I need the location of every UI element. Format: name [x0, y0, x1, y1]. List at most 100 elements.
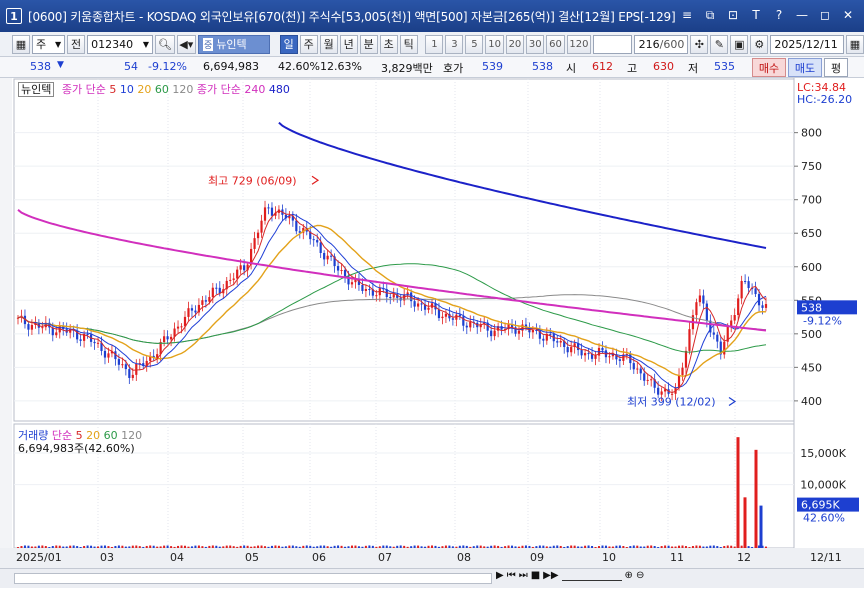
chart-scrollbar[interactable]: ▶ ⏮ ⏭ ■ ▶▶ ⊕ ⊖	[0, 568, 864, 588]
scroll-last-icon[interactable]: ⏭	[519, 570, 528, 581]
volume-bar	[281, 546, 284, 548]
interval-60[interactable]: 60	[546, 34, 565, 54]
period-year[interactable]: 년	[339, 34, 358, 54]
volume-bar	[653, 546, 656, 548]
candle-body	[340, 270, 343, 272]
legend-ma120: 120	[172, 83, 194, 96]
maximize-icon[interactable]: ◻	[817, 7, 833, 23]
price-volume-chart[interactable]: 2025/01 03 04 05 06 07 08 09 10 11 12 12/11 800 750 70…	[0, 78, 864, 568]
volume-bar	[538, 545, 541, 548]
x-tick-label: 10	[602, 551, 616, 564]
window-badge: 1	[6, 8, 22, 24]
close-icon[interactable]: ✕	[840, 7, 856, 23]
minimize-icon[interactable]: —	[794, 7, 810, 23]
settings-icon[interactable]: ⚙	[750, 34, 769, 54]
play-icon[interactable]: ▶▶	[543, 570, 558, 581]
volume-bar	[48, 547, 51, 548]
grid-icon[interactable]: ▦	[12, 34, 30, 54]
help-icon[interactable]: ?	[771, 7, 787, 23]
sell-button[interactable]: 매도	[788, 58, 822, 77]
period-tick[interactable]: 틱	[399, 34, 418, 54]
text-icon[interactable]: T	[748, 7, 764, 23]
code-input[interactable]: 012340 ▼	[87, 34, 154, 54]
scroll-track[interactable]	[14, 573, 492, 584]
volume-bar	[58, 545, 61, 548]
period-day[interactable]: 일	[279, 34, 298, 54]
candle-body	[392, 294, 395, 298]
interval-30[interactable]: 30	[526, 34, 545, 54]
buy-button[interactable]: 매수	[752, 58, 786, 77]
zoom-slider-icon[interactable]	[561, 567, 622, 581]
volume-bar	[580, 546, 583, 548]
period-week[interactable]: 주	[299, 34, 318, 54]
interval-1[interactable]: 1	[425, 34, 444, 54]
volume-bar	[389, 546, 392, 548]
zoom-in-icon[interactable]: ⊕	[625, 570, 633, 581]
low-price: 535	[714, 60, 735, 73]
stock-name[interactable]: 중 뉴인텍	[198, 34, 270, 54]
volume-bar	[709, 545, 712, 548]
volume-bar	[72, 545, 75, 548]
stock-tag-icon: 중	[203, 37, 214, 51]
candle-body	[764, 304, 768, 308]
volume-bar	[524, 545, 527, 548]
volume-bar	[246, 545, 249, 548]
market-select[interactable]: 주 ▼	[32, 34, 66, 54]
volume-bar	[17, 547, 19, 548]
candle-body	[462, 316, 465, 326]
restore-icon[interactable]: ⧉	[702, 7, 718, 23]
period-second[interactable]: 초	[379, 34, 398, 54]
chart-area[interactable]: 2025/01 03 04 05 06 07 08 09 10 11 12 12/11 800 750 70…	[0, 78, 864, 590]
scroll-right-icon[interactable]: ▶	[496, 570, 504, 581]
volume-bar	[27, 545, 30, 548]
candle-body	[239, 265, 242, 270]
interval-5[interactable]: 5	[465, 34, 484, 54]
volume-bar	[124, 546, 127, 548]
calendar-icon[interactable]: ▦	[846, 34, 864, 54]
interval-20[interactable]: 20	[505, 34, 525, 54]
scroll-first-icon[interactable]: ⏮	[507, 570, 516, 581]
interval-10[interactable]: 10	[485, 34, 504, 54]
volume-bar	[497, 545, 500, 548]
volume-bar	[114, 545, 117, 548]
volume-bar	[664, 545, 667, 548]
date-input[interactable]: 2025/12/11	[770, 34, 844, 54]
candle-body	[295, 220, 298, 232]
volume-bar	[674, 546, 677, 548]
period-month[interactable]: 월	[319, 34, 338, 54]
interval-3[interactable]: 3	[445, 34, 464, 54]
volume-bar	[420, 546, 423, 548]
candle-body	[733, 314, 736, 321]
candle-body	[312, 239, 315, 241]
volume-bar	[698, 545, 701, 548]
interval-custom-input[interactable]	[593, 34, 632, 54]
candle-body	[566, 346, 569, 353]
volume-bar	[712, 545, 715, 548]
eval-button[interactable]: 평	[824, 58, 848, 77]
sound-icon[interactable]: ◀▾	[176, 34, 197, 54]
x-tick-label: 11	[670, 551, 684, 564]
save-icon[interactable]: ▣	[730, 34, 749, 54]
volume-bar	[274, 545, 277, 548]
menu-icon[interactable]: ≡	[679, 7, 695, 23]
volume-bar	[702, 546, 705, 548]
window-layout-icon[interactable]: ⊡	[725, 7, 741, 23]
count-input[interactable]: 216/600	[634, 34, 689, 54]
volume-bar	[552, 545, 555, 548]
volume-bar	[218, 546, 221, 548]
tools-icon[interactable]: ✣	[690, 34, 709, 54]
draw-icon[interactable]: ✎	[710, 34, 729, 54]
volume-bar	[455, 546, 458, 548]
period-minute[interactable]: 분	[359, 34, 378, 54]
candle-body	[702, 295, 705, 304]
candle-body	[169, 336, 173, 340]
volume-bar	[563, 546, 566, 548]
zoom-out-icon[interactable]: ⊖	[636, 570, 644, 581]
volume-bar	[507, 545, 510, 548]
candle-body	[263, 207, 267, 221]
stop-icon[interactable]: ■	[531, 570, 540, 581]
volume-bar	[264, 546, 267, 548]
interval-120[interactable]: 120	[566, 34, 592, 54]
prev-button[interactable]: 전	[67, 34, 86, 54]
search-icon[interactable]: 🔍︎	[155, 34, 175, 54]
